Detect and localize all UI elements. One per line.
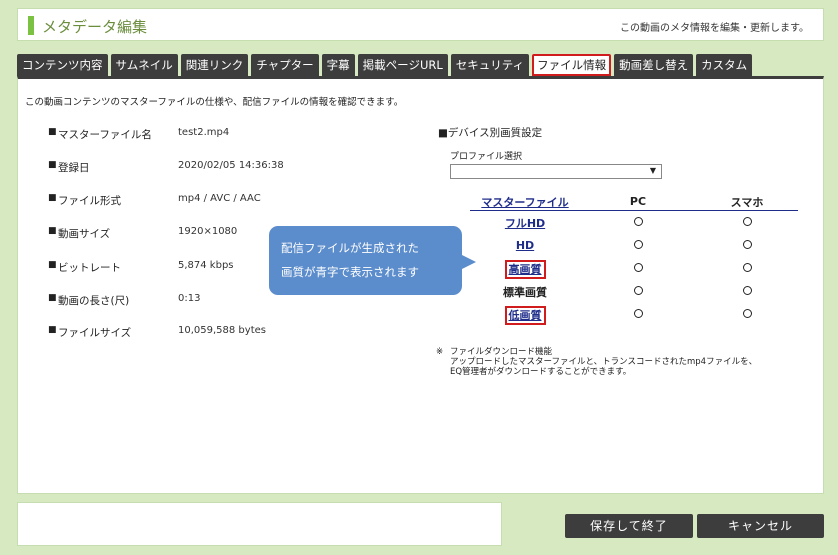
info-label: ファイル形式 — [58, 195, 121, 207]
tab-related-links[interactable]: 関連リンク — [180, 54, 249, 76]
info-label: ファイルサイズ — [58, 327, 132, 339]
circle-icon — [633, 263, 643, 272]
info-row-file-size: ■ ファイルサイズ 10,059,588 bytes — [48, 325, 266, 340]
bullet-icon: ■ — [48, 293, 57, 303]
tab-replace-video[interactable]: 動画差し替え — [614, 54, 694, 76]
quality-link-full-hd[interactable]: フルHD — [503, 216, 547, 231]
circle-icon — [742, 309, 752, 318]
table-row: 標準画質 — [470, 280, 798, 303]
table-row: HD — [470, 234, 798, 257]
circle-icon — [633, 286, 643, 295]
quality-link-hd[interactable]: HD — [514, 238, 536, 253]
quality-label-standard: 標準画質 — [503, 285, 547, 299]
tab-file-info[interactable]: ファイル情報 — [532, 54, 612, 76]
info-value: test2.mp4 — [178, 127, 230, 138]
info-row-master-file: ■ マスターファイル名 test2.mp4 — [48, 127, 229, 142]
tab-security[interactable]: セキュリティ — [450, 54, 530, 76]
info-label: 動画の長さ(尺) — [58, 295, 130, 307]
table-row: 低画質 — [470, 303, 798, 326]
note-line: EQ管理者がダウンロードすることができます。 — [450, 367, 632, 377]
page-title: メタデータ編集 — [42, 18, 148, 36]
info-value: 0:13 — [178, 293, 201, 304]
callout-tail — [460, 254, 476, 270]
info-row-video-size: ■ 動画サイズ 1920×1080 — [48, 226, 237, 241]
page-description: この動画のメタ情報を編集・更新します。 — [620, 23, 809, 34]
bullet-icon: ■ — [48, 226, 57, 236]
info-label: ビットレート — [58, 262, 121, 274]
note-line: アップロードしたマスターファイルと、トランスコードされたmp4ファイルを、 — [450, 357, 758, 367]
tab-bar: コンテンツ内容 サムネイル 関連リンク チャプター 字幕 掲載ページURL セキ… — [17, 54, 755, 76]
tab-page-url[interactable]: 掲載ページURL — [357, 54, 448, 76]
callout-bubble: 配信ファイルが生成された 画質が青字で表示されます — [269, 226, 476, 295]
note-line: ファイルダウンロード機能 — [450, 347, 553, 357]
table-row: 高画質 — [470, 257, 798, 280]
tab-contents[interactable]: コンテンツ内容 — [17, 54, 108, 76]
save-and-finish-button[interactable]: 保存して終了 — [565, 514, 693, 538]
bullet-icon: ■ — [48, 127, 57, 137]
download-note: ※ ファイルダウンロード機能 アップロードしたマスターファイルと、トランスコード… — [436, 347, 757, 377]
cancel-button[interactable]: キャンセル — [697, 514, 824, 538]
panel-intro: この動画コンテンツのマスターファイルの仕様や、配信ファイルの情報を確認できます。 — [25, 97, 404, 108]
table-row: フルHD — [470, 211, 798, 234]
info-value: 10,059,588 bytes — [178, 325, 266, 336]
quality-name: 高画質 — [470, 259, 580, 279]
quality-name: HD — [470, 239, 580, 252]
callout-line: 画質が青字で表示されます — [281, 265, 419, 279]
quality-link-low[interactable]: 低画質 — [504, 305, 546, 325]
device-quality-title: ■デバイス別画質設定 — [438, 127, 543, 139]
info-label: 動画サイズ — [58, 228, 111, 240]
callout-line: 配信ファイルが生成された — [281, 241, 419, 255]
info-value: 1920×1080 — [178, 226, 238, 237]
quality-name: 標準画質 — [470, 284, 580, 300]
profile-select[interactable]: ▼ — [450, 164, 662, 179]
bullet-icon: ■ — [48, 260, 57, 270]
circle-icon — [633, 309, 643, 318]
info-row-duration: ■ 動画の長さ(尺) 0:13 — [48, 293, 200, 308]
quality-table-header: マスターファイル PC スマホ — [470, 193, 798, 211]
info-row-registered-date: ■ 登録日 2020/02/05 14:36:38 — [48, 160, 284, 175]
header-accent-bar — [28, 16, 34, 35]
tab-custom[interactable]: カスタム — [696, 54, 753, 76]
quality-table: マスターファイル PC スマホ フルHD HD 高画質 標準画質 低画質 — [470, 193, 798, 326]
info-row-file-format: ■ ファイル形式 mp4 / AVC / AAC — [48, 193, 261, 208]
profile-select-label: プロファイル選択 — [450, 152, 523, 162]
tab-thumbnail[interactable]: サムネイル — [110, 54, 178, 76]
info-value: 2020/02/05 14:36:38 — [178, 160, 284, 171]
quality-name: 低画質 — [470, 305, 580, 325]
circle-icon — [633, 240, 643, 249]
bullet-icon: ■ — [48, 325, 57, 335]
info-value: mp4 / AVC / AAC — [178, 193, 261, 204]
tab-chapter[interactable]: チャプター — [251, 54, 319, 76]
circle-icon — [742, 263, 752, 272]
bullet-icon: ■ — [48, 160, 57, 170]
tab-subtitles[interactable]: 字幕 — [321, 54, 355, 76]
note-mark: ※ — [436, 347, 444, 357]
quality-name: フルHD — [470, 215, 580, 231]
header-master-file[interactable]: マスターファイル — [470, 194, 580, 210]
info-label: 登録日 — [58, 162, 90, 174]
info-row-bitrate: ■ ビットレート 5,874 kbps — [48, 260, 234, 275]
quality-link-high[interactable]: 高画質 — [504, 259, 546, 279]
footer-message-area — [17, 502, 502, 546]
circle-icon — [742, 286, 752, 295]
header-pc: PC — [629, 195, 647, 208]
circle-icon — [633, 217, 643, 226]
info-label: マスターファイル名 — [58, 129, 152, 141]
page-header: メタデータ編集 この動画のメタ情報を編集・更新します。 — [17, 8, 824, 41]
circle-icon — [742, 217, 752, 226]
info-value: 5,874 kbps — [178, 260, 234, 271]
circle-icon — [742, 240, 752, 249]
header-smartphone: スマホ — [730, 195, 764, 209]
dropdown-arrow-icon: ▼ — [649, 166, 656, 175]
bullet-icon: ■ — [48, 193, 57, 203]
